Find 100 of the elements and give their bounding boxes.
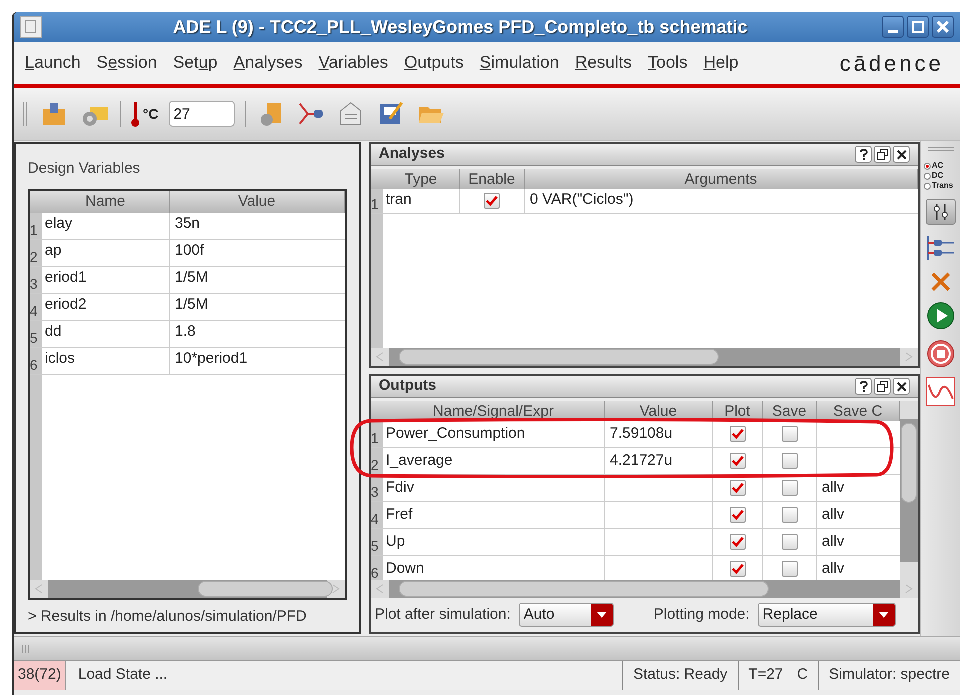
column-header[interactable]: Value bbox=[605, 401, 713, 421]
table-cell: eriod2 bbox=[42, 294, 170, 320]
close-button[interactable] bbox=[932, 16, 954, 38]
minimize-icon bbox=[888, 30, 898, 32]
row-number: 1 bbox=[371, 421, 383, 447]
float-button[interactable] bbox=[874, 146, 891, 163]
column-header[interactable]: Value bbox=[170, 190, 345, 212]
table-cell: 7.59108u bbox=[605, 421, 713, 447]
maximize-icon bbox=[912, 21, 924, 33]
checkbox[interactable] bbox=[730, 507, 746, 523]
table-cell-text: allv bbox=[821, 504, 846, 525]
analysis-type-radio[interactable]: DC bbox=[924, 171, 954, 181]
toolbar-grip-icon bbox=[22, 102, 30, 126]
checkbox[interactable] bbox=[782, 426, 798, 442]
menu-item[interactable]: Session bbox=[94, 50, 160, 76]
menu-item[interactable]: Analyses bbox=[230, 50, 306, 76]
simulator-status: Simulator: spectre bbox=[818, 661, 960, 690]
netlist-icon[interactable] bbox=[926, 233, 956, 263]
panel-title: Analyses bbox=[379, 144, 446, 164]
checkbox[interactable] bbox=[730, 561, 746, 577]
cross-icon[interactable] bbox=[930, 271, 952, 293]
minimize-button[interactable] bbox=[882, 16, 904, 38]
window-title: ADE L (9) - TCC2_PLL_WesleyGomes PFD_Completo_tb schematic bbox=[172, 16, 749, 39]
float-button[interactable] bbox=[874, 378, 891, 395]
row-number: 5 bbox=[371, 529, 383, 555]
menu-item[interactable]: Help bbox=[700, 50, 742, 76]
dropdown[interactable]: Replace bbox=[758, 603, 896, 627]
row-number: 6 bbox=[30, 348, 42, 374]
row-number: 2 bbox=[30, 240, 42, 266]
table-cell-text: allv bbox=[821, 532, 846, 552]
run-status: Status: Ready bbox=[622, 661, 738, 690]
status-message: Load State ... bbox=[77, 665, 169, 686]
temperature-field[interactable]: 27 bbox=[168, 101, 235, 127]
menu-item[interactable]: Results bbox=[572, 50, 636, 76]
table-cell: iclos bbox=[42, 348, 170, 374]
checkbox[interactable] bbox=[782, 480, 798, 496]
table-cell: eriod1 bbox=[42, 266, 170, 292]
table-cell: Power_Consumption bbox=[383, 421, 605, 447]
analysis-type-radio[interactable]: AC bbox=[924, 161, 954, 171]
tuning-button[interactable] bbox=[926, 199, 956, 225]
plotting-mode-label: Plotting mode: bbox=[654, 604, 750, 625]
table-cell-text: 1/5M bbox=[174, 294, 210, 314]
checkbox[interactable] bbox=[782, 507, 798, 523]
temperature-status: T=27 bbox=[748, 665, 784, 686]
column-header[interactable]: Arguments bbox=[525, 169, 918, 189]
table-cell-text: 100f bbox=[174, 240, 206, 260]
row-number: 2 bbox=[371, 448, 383, 474]
thermometer-icon bbox=[131, 100, 141, 128]
column-header[interactable]: Name/Signal/Expr bbox=[383, 401, 605, 421]
run-icon[interactable] bbox=[926, 301, 956, 331]
float-icon bbox=[877, 381, 888, 392]
float-icon bbox=[877, 149, 888, 160]
table-cell: elay bbox=[42, 212, 170, 238]
table-cell: Fdiv bbox=[383, 475, 605, 501]
checkbox[interactable] bbox=[782, 453, 798, 469]
row-number: 4 bbox=[371, 502, 383, 528]
close-icon bbox=[896, 150, 906, 160]
grip-icon bbox=[22, 644, 30, 652]
vertical-scrollbar[interactable] bbox=[900, 401, 918, 580]
checkbox[interactable] bbox=[730, 426, 746, 442]
checkbox[interactable] bbox=[782, 561, 798, 577]
maximize-button[interactable] bbox=[907, 16, 929, 38]
help-button[interactable] bbox=[855, 378, 872, 395]
menu-item[interactable]: Launch bbox=[22, 50, 84, 76]
help-icon bbox=[858, 380, 868, 392]
checkbox[interactable] bbox=[730, 480, 746, 496]
close-button[interactable] bbox=[893, 378, 910, 395]
temperature-unit: °C bbox=[143, 105, 159, 124]
menu-item[interactable]: Outputs bbox=[401, 50, 467, 76]
column-header[interactable]: Save bbox=[763, 401, 817, 421]
dropdown[interactable]: Auto bbox=[518, 603, 614, 627]
checkbox[interactable] bbox=[782, 534, 798, 550]
analysis-type-radio[interactable]: Trans bbox=[924, 181, 954, 191]
help-button[interactable] bbox=[855, 146, 872, 163]
table-cell: ap bbox=[42, 240, 170, 266]
menu-item[interactable]: Simulation bbox=[476, 50, 562, 76]
menu-item[interactable]: Variables bbox=[316, 50, 392, 76]
column-header[interactable]: Enable bbox=[460, 169, 525, 189]
table-cell-text: 0 VAR("Ciclos") bbox=[529, 190, 635, 210]
checkbox[interactable] bbox=[484, 193, 500, 209]
stop-icon[interactable] bbox=[926, 339, 956, 369]
table-cell-text: allv bbox=[821, 478, 846, 498]
waveform-icon[interactable] bbox=[926, 377, 956, 407]
menu-item[interactable]: Setup bbox=[170, 50, 221, 76]
row-number: 5 bbox=[30, 320, 42, 346]
column-header[interactable]: Name bbox=[42, 190, 170, 212]
row-number: 1 bbox=[371, 189, 383, 213]
logo: cādence bbox=[840, 50, 944, 78]
column-header[interactable]: Type bbox=[383, 169, 460, 189]
table-cell-text: 35n bbox=[174, 214, 202, 234]
panel-title: Design Variables bbox=[28, 159, 142, 179]
row-number: 1 bbox=[30, 212, 42, 238]
checkbox[interactable] bbox=[730, 453, 746, 469]
column-header[interactable]: Plot bbox=[713, 401, 763, 421]
menu-item[interactable]: Tools bbox=[645, 50, 691, 76]
checkbox[interactable] bbox=[730, 534, 746, 550]
table-cell: 4.21727u bbox=[605, 448, 713, 474]
close-button[interactable] bbox=[893, 146, 910, 163]
table-cell-text: 1/5M bbox=[174, 268, 210, 288]
table-cell: Up bbox=[383, 529, 605, 555]
